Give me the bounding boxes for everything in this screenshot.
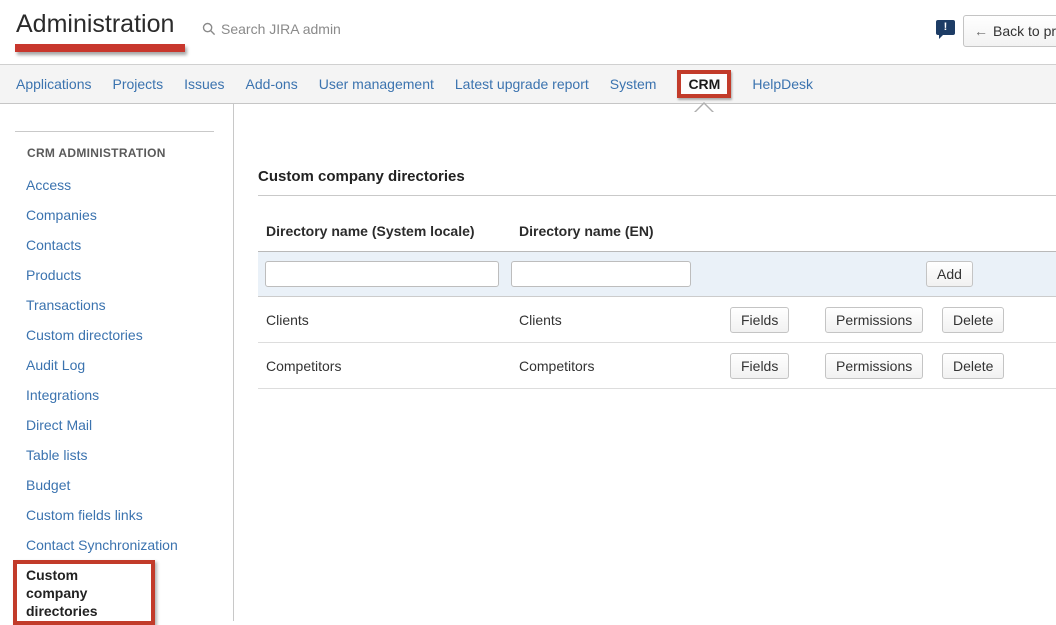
sidebar-link-contacts[interactable]: Contacts [26,237,81,253]
sidebar-item-contacts: Contacts [0,230,233,260]
directory-name-locale-cell: Competitors [258,358,511,374]
table-body: Clients Clients Fields Permissions Delet… [258,297,1056,389]
back-to-project-button[interactable]: ← Back to pr [963,15,1056,47]
directory-row: Competitors Competitors Fields Permissio… [258,343,1056,389]
sidebar: CRM ADMINISTRATION Access Companies Contac… [0,104,234,621]
sidebar-item-products: Products [0,260,233,290]
table-header-row: Directory name (System locale) Directory… [258,223,1056,252]
sidebar-item-budget: Budget [0,470,233,500]
column-header-en: Directory name (EN) [511,223,719,239]
directory-name-en-cell: Clients [511,312,719,328]
sidebar-link-access[interactable]: Access [26,177,71,193]
admin-layout: CRM ADMINISTRATION Access Companies Contac… [0,104,1056,621]
notification-icon[interactable]: ! [936,20,955,35]
directory-name-en-input[interactable] [511,261,691,287]
annotation-box-crm: CRM [677,70,731,98]
sidebar-link-custom-fields-links[interactable]: Custom fields links [26,507,143,523]
directory-row: Clients Clients Fields Permissions Delet… [258,297,1056,343]
nav-item-projects: Projects [113,76,164,92]
sidebar-list: Access Companies Contacts Products Transacti… [0,170,233,625]
directories-table: Directory name (System locale) Directory… [258,223,1056,389]
sidebar-item-table-lists: Table lists [0,440,233,470]
back-arrow-icon: ← [974,23,988,39]
add-button[interactable]: Add [926,261,973,287]
admin-nav-bar: Applications Projects Issues Add-ons User ma… [0,64,1056,104]
sidebar-item-contact-synchronization: Contact Synchronization [0,530,233,560]
delete-button[interactable]: Delete [942,307,1004,333]
sidebar-item-custom-fields-links: Custom fields links [0,500,233,530]
sidebar-link-custom-company-directories[interactable]: Custom company directories [26,566,142,620]
sidebar-link-integrations[interactable]: Integrations [26,387,99,403]
admin-header: Administration ! ← Back to pr [0,0,1056,64]
delete-button[interactable]: Delete [942,353,1004,379]
annotation-box-custom-company-directories: Custom company directories [13,560,155,625]
new-directory-row: Add [258,252,1056,297]
nav-item-crm: CRM [677,70,731,98]
admin-nav-list: Applications Projects Issues Add-ons User ma… [16,70,813,98]
fields-button[interactable]: Fields [730,353,789,379]
nav-item-user-management: User management [319,76,434,92]
content-title: Custom company directories [258,168,1056,185]
page-title: Administration [16,10,174,39]
nav-link-helpdesk[interactable]: HelpDesk [752,76,813,92]
nav-link-latest-upgrade-report[interactable]: Latest upgrade report [455,76,589,92]
sidebar-link-table-lists[interactable]: Table lists [26,447,87,463]
sidebar-link-direct-mail[interactable]: Direct Mail [26,417,92,433]
permissions-button[interactable]: Permissions [825,353,923,379]
directory-name-locale-input[interactable] [265,261,499,287]
nav-item-latest-upgrade-report: Latest upgrade report [455,76,589,92]
sidebar-item-integrations: Integrations [0,380,233,410]
admin-search[interactable] [202,21,371,37]
permissions-button[interactable]: Permissions [825,307,923,333]
content-divider [258,195,1056,196]
nav-link-crm[interactable]: CRM [688,76,720,92]
sidebar-item-companies: Companies [0,200,233,230]
sidebar-link-transactions[interactable]: Transactions [26,297,106,313]
nav-item-issues: Issues [184,76,224,92]
sidebar-item-audit-log: Audit Log [0,350,233,380]
sidebar-item-custom-directories: Custom directories [0,320,233,350]
sidebar-item-access: Access [0,170,233,200]
sidebar-item-custom-company-directories: Custom company directories [0,560,233,625]
sidebar-divider [15,131,214,132]
red-underline-annotation [15,44,185,52]
sidebar-link-products[interactable]: Products [26,267,81,283]
nav-link-system[interactable]: System [610,76,657,92]
search-icon [202,22,216,36]
nav-item-applications: Applications [16,76,92,92]
column-header-locale: Directory name (System locale) [258,223,511,239]
fields-button[interactable]: Fields [730,307,789,333]
nav-link-user-management[interactable]: User management [319,76,434,92]
main-content: Custom company directories Directory nam… [234,104,1056,621]
nav-link-issues[interactable]: Issues [184,76,224,92]
sidebar-item-transactions: Transactions [0,290,233,320]
sidebar-link-budget[interactable]: Budget [26,477,70,493]
sidebar-section-title: CRM ADMINISTRATION [27,146,233,160]
nav-link-projects[interactable]: Projects [113,76,164,92]
nav-item-helpdesk: HelpDesk [752,76,813,92]
sidebar-link-custom-directories[interactable]: Custom directories [26,327,143,343]
sidebar-link-audit-log[interactable]: Audit Log [26,357,85,373]
nav-item-add-ons: Add-ons [246,76,298,92]
directory-name-locale-cell: Clients [258,312,511,328]
nav-item-system: System [610,76,657,92]
sidebar-link-companies[interactable]: Companies [26,207,97,223]
sidebar-item-direct-mail: Direct Mail [0,410,233,440]
search-input[interactable] [221,21,371,37]
nav-link-applications[interactable]: Applications [16,76,92,92]
sidebar-link-contact-synchronization[interactable]: Contact Synchronization [26,537,178,553]
nav-link-add-ons[interactable]: Add-ons [246,76,298,92]
back-button-label: Back to pr [993,23,1056,39]
directory-name-en-cell: Competitors [511,358,719,374]
